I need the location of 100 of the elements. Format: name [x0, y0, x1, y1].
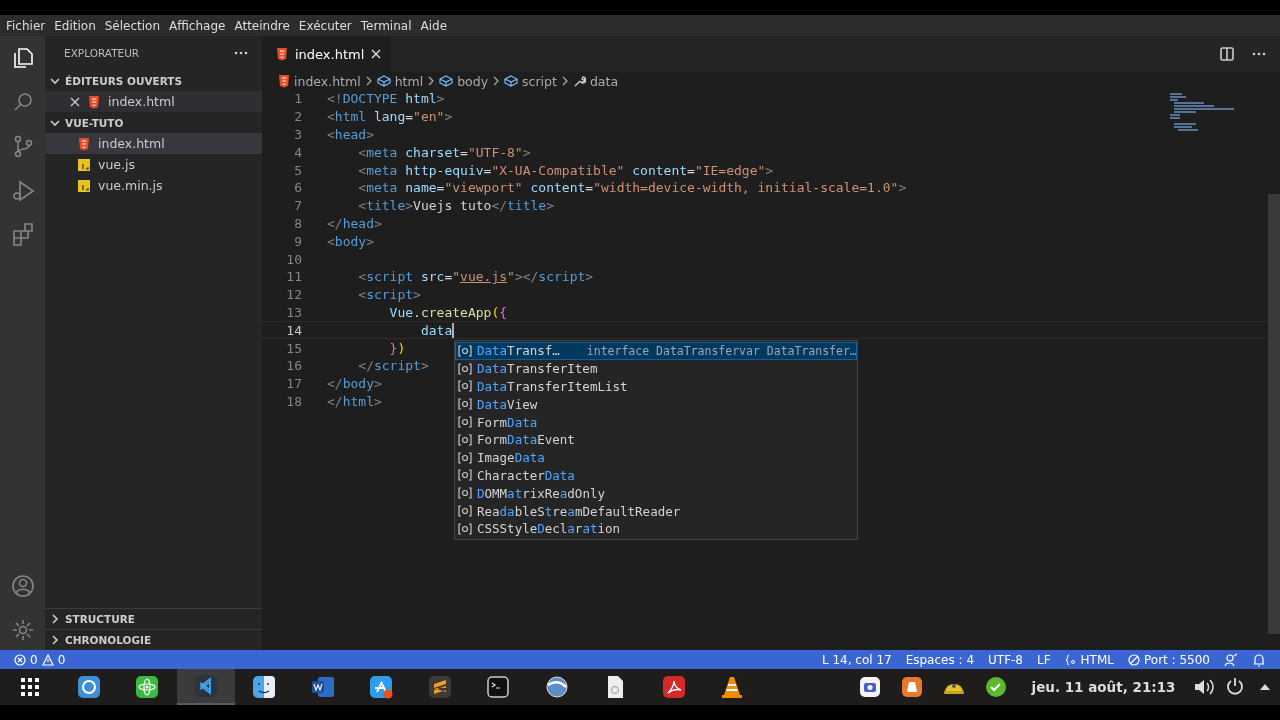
line-number: 6 — [293, 180, 302, 196]
menu-item[interactable]: Edition — [50, 18, 100, 33]
more-icon[interactable] — [234, 51, 248, 55]
menu-item[interactable]: Fichier — [2, 18, 50, 33]
editor-tab[interactable]: index.html — [262, 36, 392, 72]
globe-icon — [544, 675, 569, 699]
extensions-icon[interactable] — [10, 222, 35, 246]
code-editor-icon — [193, 674, 218, 698]
finder-icon — [252, 675, 277, 699]
line-number: 14 — [285, 322, 302, 338]
code-line: <meta charset="UTF-8"> — [357, 144, 531, 160]
code-line: }) — [388, 340, 406, 356]
live-server-port[interactable]: Port : 5500 — [1128, 652, 1210, 667]
camera-icon[interactable] — [857, 675, 882, 699]
check-icon[interactable] — [983, 675, 1008, 699]
chevron-icon — [560, 76, 569, 86]
line-number: 2 — [293, 109, 302, 125]
warning-icon — [41, 653, 54, 666]
status-item[interactable]: Espaces : 4 — [905, 652, 974, 667]
line-number: 7 — [293, 198, 302, 214]
bell-icon[interactable] — [1252, 652, 1266, 667]
suggestion-item[interactable]: FormData — [455, 413, 857, 431]
status-item[interactable]: L 14, col 17 — [821, 652, 892, 667]
open-editor-item[interactable]: index.html — [45, 91, 262, 112]
close-icon[interactable] — [371, 49, 382, 59]
menu-item[interactable]: Terminal — [356, 18, 416, 33]
breadcrumb-item[interactable]: html — [376, 73, 424, 89]
suggestion-item[interactable]: DataView — [455, 395, 857, 414]
suggestion-item[interactable]: ReadableStreamDefaultReader — [455, 502, 857, 520]
breadcrumb-item[interactable]: body — [439, 73, 489, 89]
file-item[interactable]: vue.min.js — [45, 175, 262, 196]
file-item[interactable]: index.html — [45, 133, 262, 154]
suggestion-item[interactable]: FormDataEvent — [455, 431, 857, 449]
suggestion-item[interactable]: ImageData — [455, 448, 857, 467]
more-icon[interactable] — [1252, 52, 1266, 56]
breadcrumb-item[interactable]: script — [504, 73, 557, 89]
split-editor-icon[interactable] — [1220, 47, 1234, 61]
code-line: <!DOCTYPE html> — [327, 91, 445, 107]
menu-item[interactable]: Aide — [416, 18, 452, 33]
suggestion-item[interactable]: DataTransf… interface DataTransfervar DataTransfer… — [455, 342, 857, 360]
file-item[interactable]: vue.js — [45, 154, 262, 175]
cone-app-icon[interactable] — [899, 675, 924, 699]
terminal-icon — [486, 675, 511, 699]
chevron-icon — [364, 76, 373, 86]
section-header[interactable]: STRUCTURE — [45, 608, 262, 629]
variable-icon — [458, 451, 472, 464]
feedback-icon[interactable] — [1224, 652, 1238, 667]
menu-item[interactable]: Sélection — [100, 18, 165, 33]
line-number: 11 — [285, 269, 302, 285]
line-number: 4 — [293, 144, 302, 160]
variable-icon — [458, 487, 472, 500]
chevron-icon — [492, 76, 501, 86]
sidebar-title: EXPLORATEUR — [64, 47, 140, 59]
pdf-icon — [661, 675, 686, 699]
scrollbar[interactable] — [1268, 194, 1280, 634]
variable-icon — [458, 380, 472, 393]
cube-icon — [376, 75, 391, 87]
code-line: </head> — [327, 215, 382, 231]
line-number: 16 — [285, 358, 302, 374]
breadcrumb-item[interactable]: index.html — [278, 73, 361, 89]
traffic-cone-icon — [720, 675, 745, 699]
app-store-icon — [369, 675, 394, 699]
code-line: </body> — [327, 376, 382, 392]
variable-icon — [458, 433, 472, 446]
account-icon[interactable] — [10, 574, 35, 598]
chevron-icon — [427, 76, 436, 86]
code-line: <script> — [357, 287, 421, 303]
atom-icon — [135, 675, 160, 699]
line-number: 15 — [285, 340, 302, 356]
line-number: 13 — [285, 304, 302, 320]
variable-icon — [458, 505, 472, 518]
section-header[interactable]: ÉDITEURS OUVERTS — [45, 70, 262, 91]
code-line: </script> — [357, 358, 429, 374]
problems-indicator[interactable]: 0 0 — [0, 650, 74, 669]
section-header[interactable]: VUE-TUTO — [45, 112, 262, 133]
variable-icon — [458, 344, 472, 357]
error-icon — [14, 653, 26, 666]
menu-item[interactable]: Atteindre — [230, 18, 294, 33]
sublime-icon — [427, 675, 452, 699]
language-mode[interactable]: HTML — [1064, 652, 1114, 667]
variable-icon — [458, 362, 472, 375]
line-number: 17 — [285, 376, 302, 392]
status-item[interactable]: UTF-8 — [988, 652, 1023, 667]
menu-item[interactable]: Exécuter — [294, 18, 356, 33]
suggestion-item[interactable]: CharacterData — [455, 466, 857, 485]
code-line: <body> — [327, 233, 374, 249]
code-line: <head> — [327, 127, 374, 142]
breadcrumb-item[interactable]: data — [572, 73, 619, 89]
run-debug-icon[interactable] — [10, 178, 35, 202]
variable-icon — [458, 398, 472, 411]
suggestion-item[interactable]: DOMMatrixReadOnly — [455, 484, 857, 503]
suggestion-item[interactable]: DataTransferItemList — [455, 377, 857, 396]
html-file-icon — [78, 136, 90, 151]
menu-item[interactable]: Affichage — [165, 18, 230, 33]
suggestion-item[interactable]: DataTransferItem — [455, 359, 857, 378]
clock[interactable]: jeu. 11 août, 21:13 — [1031, 679, 1176, 695]
close-icon[interactable] — [70, 96, 80, 107]
status-item[interactable]: LF — [1037, 652, 1051, 667]
suggestion-item[interactable]: CSSStyleDeclaration — [455, 519, 857, 538]
browser-icon — [76, 675, 101, 699]
